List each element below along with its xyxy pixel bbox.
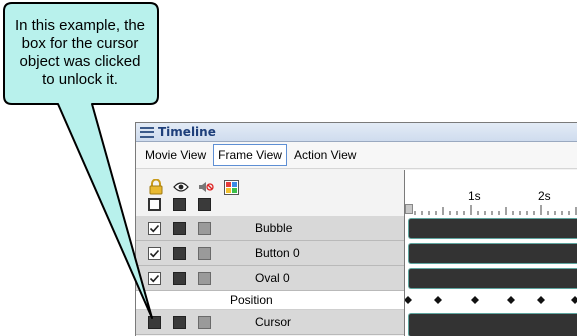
callout-text: In this example, the box for the cursor … xyxy=(8,17,152,89)
callout-line: box for the cursor xyxy=(21,35,139,52)
callout-line: to unlock it. xyxy=(42,71,118,88)
callout-line: object was clicked xyxy=(19,53,141,70)
callout-line: In this example, the xyxy=(14,17,146,34)
